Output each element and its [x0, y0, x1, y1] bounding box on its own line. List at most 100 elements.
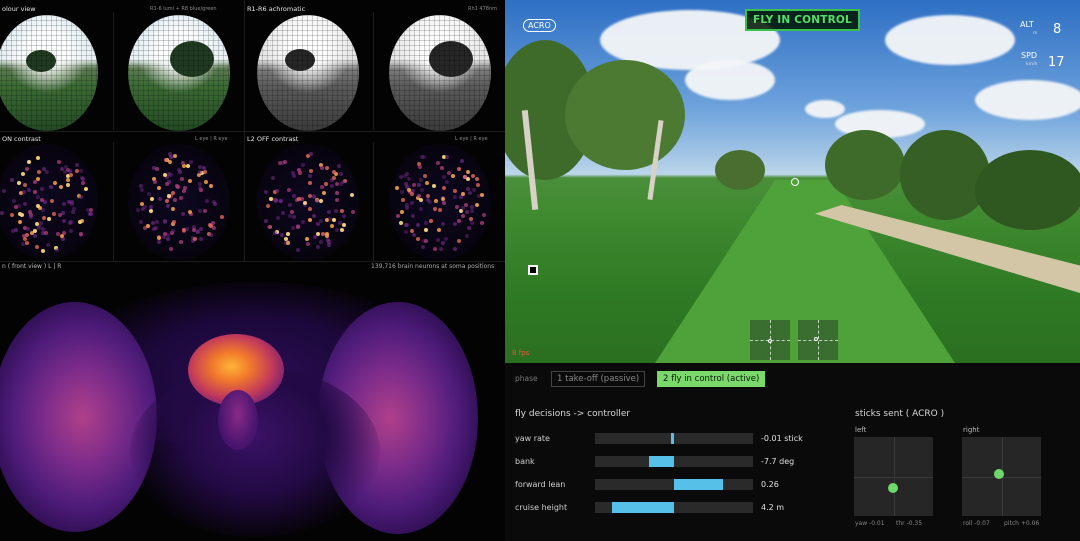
acro-mode-badge: ACRO	[523, 19, 556, 32]
contrast-speckle	[450, 174, 455, 179]
contrast-speckle	[68, 228, 73, 233]
contrast-speckle	[339, 209, 344, 214]
contrast-speckle	[296, 225, 301, 230]
contrast-speckle	[165, 199, 170, 204]
left-stick-thr-readout: thr -0.35	[896, 520, 923, 527]
contrast-speckle	[308, 168, 313, 173]
left-eye-on-contrast	[0, 144, 98, 260]
contrast-speckle	[187, 179, 192, 184]
contrast-speckle	[324, 166, 329, 171]
contrast-speckle	[334, 198, 339, 203]
contrast-speckle	[56, 160, 61, 165]
yaw-rate-bar	[595, 433, 753, 444]
contrast-speckle	[420, 155, 425, 160]
phase-takeoff-button[interactable]: 1 take-off (passive)	[551, 371, 646, 387]
contrast-speckle	[452, 246, 457, 251]
contrast-speckle	[78, 195, 83, 200]
contrast-speckle	[24, 240, 29, 245]
contrast-speckle	[139, 220, 144, 225]
contrast-speckle	[460, 159, 465, 164]
contrast-speckle	[282, 160, 287, 165]
contrast-speckle	[307, 180, 312, 185]
contrast-speckle	[436, 228, 441, 233]
speed-unit: km/h	[1026, 62, 1038, 67]
contrast-speckle	[40, 197, 45, 202]
contrast-speckle	[17, 219, 22, 224]
contrast-speckle	[304, 236, 309, 241]
contrast-speckle	[452, 188, 457, 193]
contrast-speckle	[165, 182, 170, 187]
off-contrast-label: L2 OFF contrast	[247, 135, 299, 143]
contrast-speckle	[32, 229, 37, 234]
contrast-speckle	[333, 209, 338, 214]
contrast-speckle	[9, 212, 14, 217]
contrast-speckle	[272, 231, 277, 236]
flight-camera-view: ACRO FLY IN CONTROL ALT m 8 SPD km/h 17 …	[505, 0, 1080, 363]
contrast-speckle	[166, 203, 171, 208]
contrast-speckle	[286, 240, 291, 245]
left-stick-position	[888, 483, 899, 494]
contrast-speckle	[305, 241, 310, 246]
left-eye-off-contrast	[257, 144, 359, 260]
contrast-speckle	[185, 163, 190, 168]
sticks-title: sticks sent ( ACRO )	[855, 409, 945, 419]
contrast-speckle	[410, 192, 415, 197]
contrast-speckle	[142, 205, 147, 210]
contrast-speckle	[469, 209, 474, 214]
contrast-speckle	[456, 218, 461, 223]
contrast-speckle	[309, 151, 314, 156]
contrast-speckle	[81, 180, 86, 185]
phase-fly-in-control-button[interactable]: 2 fly in control (active)	[657, 371, 766, 387]
contrast-speckle	[52, 212, 57, 217]
contrast-speckle	[460, 192, 465, 197]
contrast-speckle	[26, 227, 31, 231]
contrast-speckle	[280, 232, 285, 237]
contrast-speckle	[312, 213, 317, 218]
contrast-speckle	[163, 157, 168, 162]
on-contrast-meta: L eye | R eye	[195, 136, 228, 142]
contrast-speckle	[0, 210, 5, 215]
contrast-speckle	[140, 188, 145, 193]
contrast-speckle	[418, 207, 423, 212]
speed-value: 17	[1048, 55, 1065, 70]
contrast-speckle	[308, 207, 313, 212]
contrast-speckle	[17, 181, 22, 186]
contrast-speckle	[340, 227, 345, 232]
contrast-speckle	[475, 202, 480, 207]
contrast-speckle	[286, 187, 291, 192]
contrast-speckle	[452, 194, 457, 199]
contrast-speckle	[27, 159, 32, 164]
contrast-speckle	[442, 175, 447, 180]
contrast-speckle	[61, 202, 66, 207]
contrast-speckle	[179, 176, 184, 181]
crosshair-icon	[791, 178, 799, 186]
contrast-speckle	[332, 218, 337, 223]
contrast-speckle	[33, 189, 38, 194]
neural-panel: olour view R1-6 lumi + R8 blue/green R1-…	[0, 0, 505, 541]
contrast-speckle	[27, 210, 32, 215]
contrast-speckle	[178, 195, 183, 200]
contrast-speckle	[335, 228, 340, 233]
contrast-speckle	[318, 240, 323, 245]
contrast-speckle	[420, 187, 425, 192]
contrast-speckle	[479, 220, 484, 225]
contrast-speckle	[334, 190, 339, 195]
contrast-speckle	[440, 166, 445, 171]
mini-right-stick	[798, 320, 838, 360]
left-stick-pad	[854, 437, 933, 516]
contrast-speckle	[275, 216, 280, 221]
contrast-speckle	[185, 227, 190, 232]
contrast-speckle	[168, 155, 173, 160]
contrast-speckle	[166, 236, 171, 241]
right-stick-roll-readout: roll -0.07	[963, 520, 990, 527]
colour-view-meta: R1-6 lumi + R8 blue/green	[150, 6, 217, 12]
contrast-speckle	[464, 234, 469, 238]
contrast-speckle	[168, 247, 173, 252]
contrast-speckle	[436, 238, 441, 243]
forward-lean-bar	[595, 479, 753, 490]
contrast-speckle	[464, 209, 469, 214]
contrast-speckle	[135, 208, 140, 213]
brain-neuron-map	[0, 272, 505, 541]
contrast-speckle	[324, 182, 328, 187]
fps-readout: 8 fps	[512, 349, 530, 357]
